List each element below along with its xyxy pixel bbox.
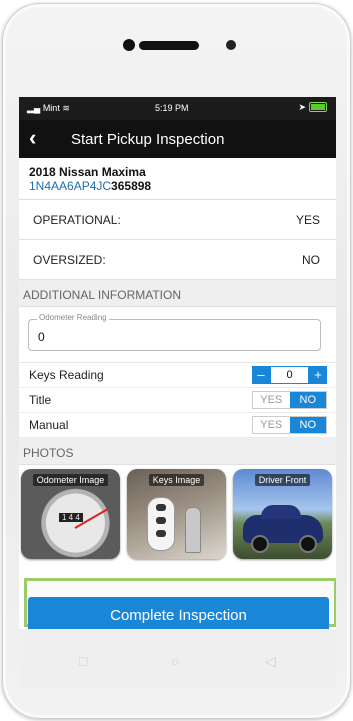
keys-increment-button[interactable]: +: [309, 366, 327, 384]
photo-caption: Keys Image: [127, 474, 226, 486]
odometer-photo[interactable]: 1 4 4 Odometer Image: [21, 469, 120, 559]
keys-decrement-button[interactable]: –: [252, 366, 270, 384]
status-bar: ▂▄ Mint ≋ 5:19 PM ➤: [19, 97, 336, 120]
wheel-icon: [299, 535, 317, 553]
odometer-value: 0: [38, 330, 45, 344]
key-fob-icon: [147, 497, 175, 551]
operational-label: OPERATIONAL:: [33, 213, 121, 227]
photo-caption: Odometer Image: [21, 474, 120, 486]
keys-stepper: – 0 +: [252, 366, 327, 384]
operational-value: YES: [295, 213, 320, 227]
title-row: Title YES NO: [19, 388, 336, 413]
vin-suffix: 365898: [111, 179, 152, 193]
circle-icon[interactable]: ○: [171, 653, 179, 669]
vehicle-header: 2018 Nissan Maxima 1N4AA6AP4JC365898: [19, 158, 336, 200]
vehicle-name: 2018 Nissan Maxima: [29, 165, 146, 179]
app-bar: ‹ Start Pickup Inspection: [19, 120, 336, 158]
vin-prefix: 1N4AA6AP4JC: [29, 179, 112, 193]
odometer-caption: Odometer Image: [32, 474, 109, 486]
photo-strip: 1 4 4 Odometer Image Keys Image Driver F…: [19, 465, 336, 565]
odometer-gauge-readout: 1 4 4: [59, 513, 83, 522]
page-title: Start Pickup Inspection: [71, 131, 225, 148]
manual-toggle: YES NO: [252, 416, 327, 434]
key-blade-icon: [185, 507, 201, 553]
oversized-row: OVERSIZED: NO: [19, 240, 336, 280]
carrier-name: Mint: [42, 103, 60, 113]
complete-inspection-button[interactable]: Complete Inspection: [28, 597, 329, 630]
earpiece: [139, 41, 199, 50]
oversized-label: OVERSIZED:: [33, 253, 106, 267]
android-nav-bar: □ ○ ◁: [19, 629, 336, 689]
wheel-icon: [251, 535, 269, 553]
additional-info-header: ADDITIONAL INFORMATION: [19, 280, 336, 307]
battery-icon: [309, 102, 327, 112]
driver-front-photo[interactable]: Driver Front: [233, 469, 332, 559]
keys-row: Keys Reading – 0 +: [19, 363, 336, 388]
title-label: Title: [29, 393, 52, 407]
screen: ▂▄ Mint ≋ 5:19 PM ➤ ‹ Start Pickup Inspe…: [19, 97, 336, 630]
odometer-section: Odometer Reading 0: [19, 307, 336, 363]
manual-label: Manual: [29, 418, 69, 432]
operational-row: OPERATIONAL: YES: [19, 200, 336, 240]
driver-front-caption: Driver Front: [254, 474, 311, 486]
status-time: 5:19 PM: [155, 103, 189, 113]
manual-yes-option[interactable]: YES: [253, 417, 290, 433]
manual-no-option[interactable]: NO: [289, 417, 326, 433]
location-icon: ➤: [298, 102, 306, 112]
keys-caption: Keys Image: [148, 474, 205, 486]
keys-photo[interactable]: Keys Image: [127, 469, 226, 559]
keys-count[interactable]: 0: [270, 366, 309, 384]
manual-row: Manual YES NO: [19, 413, 336, 438]
keys-label: Keys Reading: [29, 368, 104, 382]
title-yes-option[interactable]: YES: [253, 392, 290, 408]
oversized-value: NO: [302, 253, 320, 267]
triangle-left-icon[interactable]: ◁: [265, 653, 276, 670]
sensor-icon: [226, 40, 236, 50]
vehicle-vin: 1N4AA6AP4JC365898: [29, 179, 336, 193]
square-icon[interactable]: □: [79, 653, 87, 669]
title-toggle: YES NO: [252, 391, 327, 409]
odometer-input[interactable]: Odometer Reading 0: [28, 313, 321, 351]
carrier-label: ▂▄ Mint ≋: [27, 103, 70, 113]
odometer-legend: Odometer Reading: [37, 313, 109, 322]
camera-icon: [123, 39, 135, 51]
title-no-option[interactable]: NO: [289, 392, 326, 408]
photos-header: PHOTOS: [19, 438, 336, 465]
photo-caption: Driver Front: [233, 474, 332, 486]
back-arrow-icon[interactable]: ‹: [29, 127, 36, 149]
